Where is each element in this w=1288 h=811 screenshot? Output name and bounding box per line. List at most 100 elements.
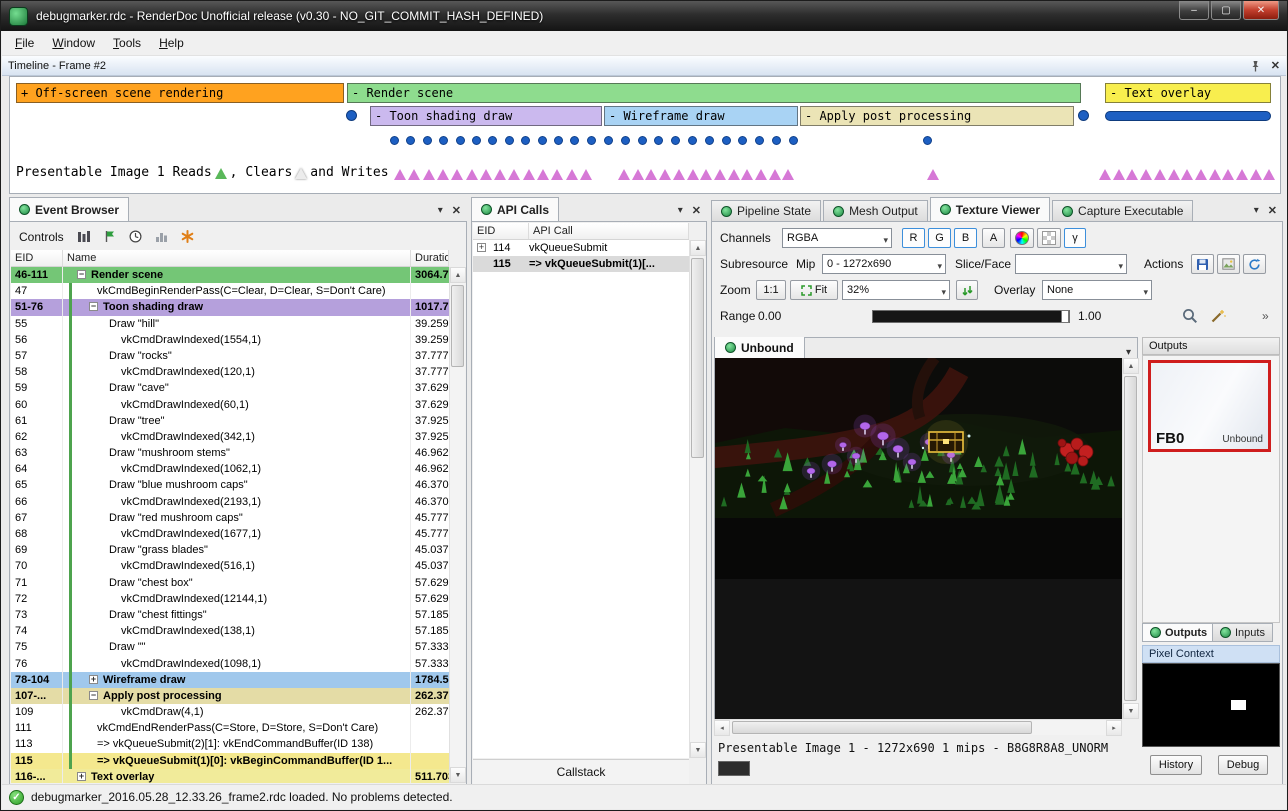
channel-g-button[interactable]: G <box>928 228 951 248</box>
usage-write-triangle[interactable] <box>466 169 478 180</box>
tree-expander-icon[interactable]: + <box>77 772 86 781</box>
usage-write-triangle[interactable] <box>480 169 492 180</box>
timeline-draw-dot[interactable] <box>570 136 579 145</box>
timeline-draw-dot[interactable] <box>671 136 680 145</box>
event-row[interactable]: 73Draw "chest fittings"57.18518 <box>11 607 449 623</box>
tab-unbound-texture[interactable]: Unbound <box>715 337 805 358</box>
save-texture-button[interactable] <box>1191 254 1214 274</box>
channel-b-button[interactable]: B <box>954 228 977 248</box>
timeline-draw-dot[interactable] <box>521 136 530 145</box>
timeline-draw-marker[interactable] <box>1078 110 1089 121</box>
event-row[interactable]: 46-111−Render scene3064.7... <box>11 267 449 283</box>
timeline-draw-dot[interactable] <box>488 136 497 145</box>
timeline-draw-dot[interactable] <box>505 136 514 145</box>
title-bar[interactable]: debugmarker.rdc - RenderDoc Unofficial r… <box>1 1 1287 31</box>
usage-write-triangle[interactable] <box>927 169 939 180</box>
usage-write-triangle[interactable] <box>1154 169 1166 180</box>
event-row[interactable]: 59Draw "cave"37.62963 <box>11 380 449 396</box>
autofit-wand-icon[interactable] <box>1210 308 1226 324</box>
usage-write-triangle[interactable] <box>1236 169 1248 180</box>
timeline-draw-dot[interactable] <box>472 136 481 145</box>
toolbar-overflow-icon[interactable]: » <box>1262 306 1269 326</box>
timeline-draw-dot[interactable] <box>604 136 613 145</box>
api-calls-header[interactable]: EID API Call <box>473 223 689 240</box>
usage-write-triangle[interactable] <box>394 169 406 180</box>
event-row[interactable]: 115=> vkQueueSubmit(1)[0]: vkBeginComman… <box>11 753 449 769</box>
event-row[interactable]: 62vkCmdDrawIndexed(342,1)37.92593 <box>11 429 449 445</box>
event-row[interactable]: 63Draw "mushroom stems"46.96296 <box>11 445 449 461</box>
pin-icon[interactable] <box>1250 60 1261 72</box>
event-row[interactable]: 65Draw "blue mushroom caps"46.37037 <box>11 477 449 493</box>
tree-expander-icon[interactable]: − <box>89 302 98 311</box>
tab-api-calls[interactable]: API Calls <box>471 197 559 221</box>
usage-write-triangle[interactable] <box>659 169 671 180</box>
menu-window[interactable]: Window <box>43 33 104 53</box>
columns-icon[interactable] <box>77 230 91 243</box>
usage-write-triangle[interactable] <box>551 169 563 180</box>
usage-write-triangle[interactable] <box>687 169 699 180</box>
event-row[interactable]: 72vkCmdDrawIndexed(12144,1)57.62963 <box>11 591 449 607</box>
usage-write-triangle[interactable] <box>408 169 420 180</box>
range-slider[interactable] <box>872 310 1070 323</box>
usage-write-triangle[interactable] <box>755 169 767 180</box>
color-wheel-button[interactable] <box>1010 228 1034 248</box>
timeline-draw-dot[interactable] <box>423 136 432 145</box>
usage-write-triangle[interactable] <box>632 169 644 180</box>
usage-write-triangle[interactable] <box>1181 169 1193 180</box>
tab-texture-viewer[interactable]: Texture Viewer <box>930 197 1050 221</box>
usage-write-triangle[interactable] <box>437 169 449 180</box>
tree-expander-icon[interactable]: + <box>89 675 98 684</box>
usage-write-triangle[interactable] <box>523 169 535 180</box>
overlay-select[interactable]: None▾ <box>1042 280 1152 300</box>
usage-write-triangle[interactable] <box>537 169 549 180</box>
panel-close-icon[interactable]: ✕ <box>692 204 701 217</box>
timeline-draw-dot[interactable] <box>738 136 747 145</box>
event-row[interactable]: 76vkCmdDrawIndexed(1098,1)57.33333 <box>11 656 449 672</box>
timeline-draw-dot[interactable] <box>456 136 465 145</box>
event-row[interactable]: 61Draw "tree"37.92593 <box>11 413 449 429</box>
event-row[interactable]: 70vkCmdDrawIndexed(516,1)45.03704 <box>11 558 449 574</box>
usage-write-triangle[interactable] <box>1099 169 1111 180</box>
timeline-draw-dot[interactable] <box>923 136 932 145</box>
fb0-thumbnail[interactable]: FB0 Unbound <box>1148 360 1271 452</box>
usage-write-triangle[interactable] <box>728 169 740 180</box>
timeline-draw-dot[interactable] <box>755 136 764 145</box>
api-list-scrollbar[interactable]: ▲ ▼ <box>689 240 705 758</box>
event-row[interactable]: 57Draw "rocks"37.77778 <box>11 348 449 364</box>
tab-inputs[interactable]: Inputs <box>1212 623 1273 642</box>
texture-viewport[interactable] <box>714 358 1122 719</box>
callstack-section[interactable]: Callstack <box>473 759 689 784</box>
timeline-draw-dot[interactable] <box>638 136 647 145</box>
usage-write-triangle[interactable] <box>508 169 520 180</box>
gamma-button[interactable]: γ <box>1064 228 1086 248</box>
panel-menu-chevron-icon[interactable]: ▾ <box>678 205 683 216</box>
timeline-draw-dot[interactable] <box>439 136 448 145</box>
usage-write-triangle[interactable] <box>494 169 506 180</box>
timeline-draw-dot[interactable] <box>621 136 630 145</box>
texture-vscrollbar[interactable]: ▲ ▼ <box>1122 358 1138 719</box>
timeline-bar[interactable]: - Wireframe draw <box>604 106 798 126</box>
timeline-draw-dot[interactable] <box>789 136 798 145</box>
event-row[interactable]: 113=> vkQueueSubmit(2)[1]: vkEndCommandB… <box>11 736 449 752</box>
event-row[interactable]: 60vkCmdDrawIndexed(60,1)37.62963 <box>11 397 449 413</box>
event-row[interactable]: 111vkCmdEndRenderPass(C=Store, D=Store, … <box>11 720 449 736</box>
event-row[interactable]: 66vkCmdDrawIndexed(2193,1)46.37037 <box>11 494 449 510</box>
channels-select[interactable]: RGBA▾ <box>782 228 892 248</box>
usage-write-triangle[interactable] <box>1168 169 1180 180</box>
menu-tools[interactable]: Tools <box>104 33 150 53</box>
usage-write-triangle[interactable] <box>1113 169 1125 180</box>
slice-face-select[interactable]: ▾ <box>1015 254 1127 274</box>
usage-write-triangle[interactable] <box>700 169 712 180</box>
timeline-draw-dot[interactable] <box>688 136 697 145</box>
maximize-button[interactable]: ▢ <box>1211 1 1241 20</box>
timeline-draw-band[interactable] <box>1105 111 1271 121</box>
timeline-draw-marker[interactable] <box>346 110 357 121</box>
event-row[interactable]: 107-...−Apply post processing262.37... <box>11 688 449 704</box>
usage-write-triangle[interactable] <box>1263 169 1275 180</box>
api-call-row[interactable]: 115=> vkQueueSubmit(1)[... <box>473 256 689 272</box>
timeline-canvas[interactable]: Presentable Image 1 Reads , Clears and W… <box>9 76 1281 194</box>
panel-menu-chevron-icon[interactable]: ▾ <box>438 205 443 216</box>
texture-hscrollbar[interactable]: ◂ ▸ <box>714 719 1122 735</box>
usage-write-triangle[interactable] <box>714 169 726 180</box>
timeline-titlebar[interactable]: Timeline - Frame #2 ✕ <box>2 56 1286 76</box>
